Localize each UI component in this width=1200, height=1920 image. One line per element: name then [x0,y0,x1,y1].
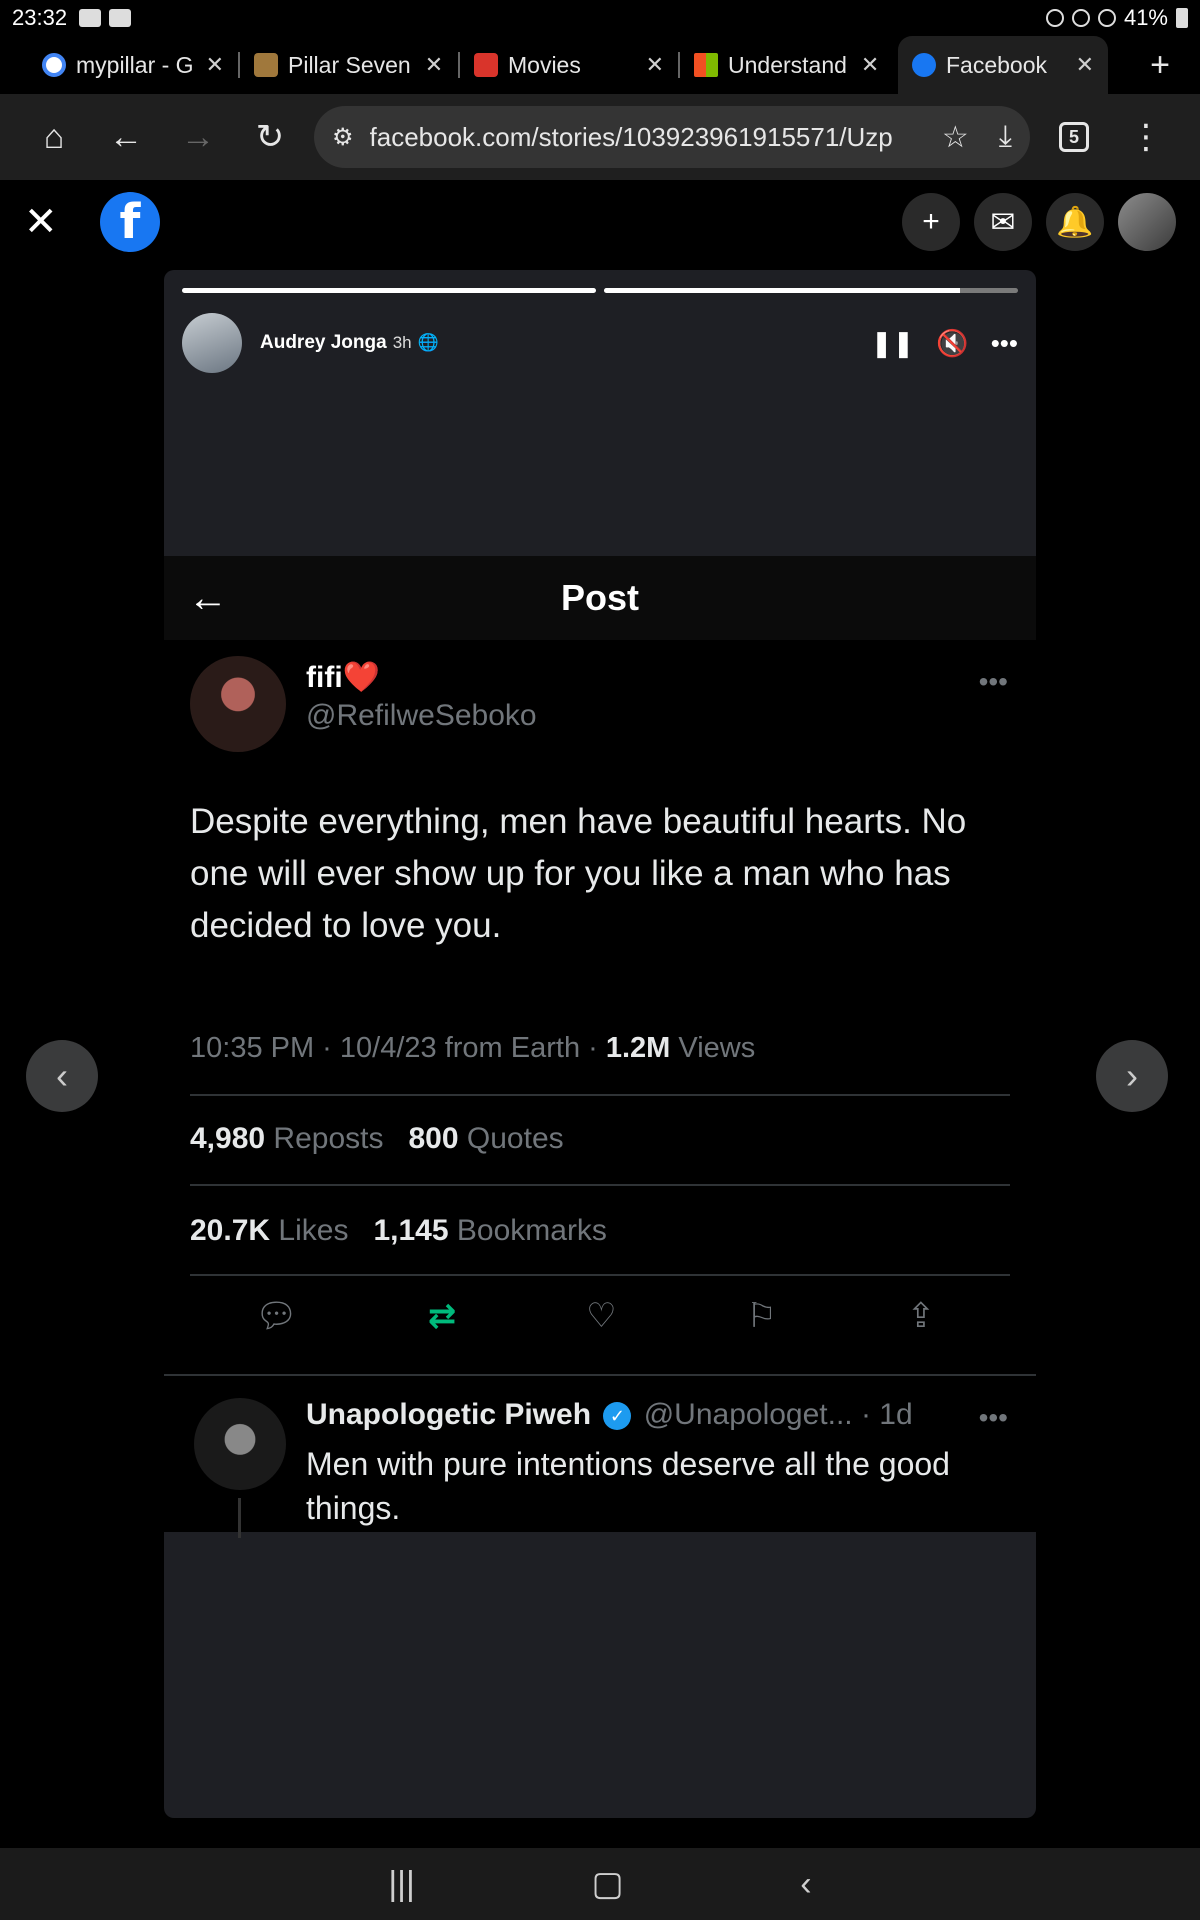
share-icon: ⇪ [906,1297,936,1335]
tweet-nav-title: Post [560,577,639,618]
story-author-avatar[interactable] [182,313,242,373]
url-text[interactable]: facebook.com/stories/103923961915571/Uzp [370,122,932,153]
gallery-notification-icon [79,9,102,27]
author-name: fifi❤️ [306,661,381,694]
author-avatar [190,656,286,752]
close-tab-icon[interactable]: ✕ [1076,52,1094,78]
tweet-text: Despite everything, men have beautiful h… [190,802,967,945]
alarm-icon [1045,9,1064,27]
close-story-icon[interactable]: ✕ [24,199,84,245]
progress-segment-2 [604,288,961,293]
battery-percent: 41% [1123,5,1168,30]
tweet-screenshot: ← Post fifi❤️ @RefilweSeboko ••• Despite… [164,556,1036,1538]
more-vert-icon[interactable]: ⋮ [1110,101,1182,173]
youtube-notification-icon [109,9,132,27]
star-icon[interactable]: ☆ [942,120,969,155]
tab-movies[interactable]: Movies ✕ [460,40,678,90]
story-progress [182,288,1018,293]
home-icon[interactable]: ⌂ [18,101,90,173]
microsoft-icon [694,53,718,77]
reply-handle: @Unapologet... · 1d [643,1398,913,1431]
pillar-seven-icon [254,53,278,77]
mute-icon [1071,9,1090,27]
messenger-icon[interactable]: ✉ [974,193,1032,251]
forward-arrow-icon[interactable]: → [162,101,234,173]
system-back-icon[interactable]: ‹ [800,1865,811,1904]
create-story-button[interactable]: + [902,193,960,251]
tab-understand[interactable]: Understand ✕ [680,40,898,90]
close-tab-icon[interactable]: ✕ [206,52,224,78]
previous-story-button[interactable]: ‹ [26,1040,98,1112]
divider [190,1094,1010,1096]
tweet-nav: ← Post [164,556,1036,640]
facebook-tab-icon [912,53,936,77]
profile-avatar[interactable] [1118,193,1176,251]
reply-avatar [194,1398,286,1490]
tab-pillar-seven[interactable]: Pillar Seven ✕ [240,40,458,90]
system-nav-bar: ||| ▢ ‹ [0,1848,1200,1920]
home-button-icon[interactable]: ▢ [592,1864,624,1904]
recents-icon[interactable]: ||| [388,1865,415,1904]
battery-icon [1176,8,1188,28]
like-stats: 20.7K Likes 1,145 Bookmarks [190,1214,607,1247]
next-story-button[interactable]: › [1096,1040,1168,1112]
verified-icon: ✓ [603,1402,632,1431]
tab-switcher-button[interactable]: 5 [1038,101,1110,173]
bookmark-icon: ⚐ [746,1297,777,1335]
retweet-icon: ⇄ [427,1297,457,1335]
fb-header: ✕ f + ✉ 🔔 [0,182,1200,262]
views-count: 1.2M [605,1032,671,1064]
site-settings-icon[interactable]: ⚙ [332,123,354,152]
tweet-meta: 10:35 PM · 10/4/23 from Earth · 1.2M Vie… [190,1032,756,1064]
story-card: Audrey Jonga 3h 🌐 ❚❚ 🔇 ••• ← Post fifi❤️… [164,270,1036,1818]
close-tab-icon[interactable]: ✕ [646,52,664,78]
tweet-author: fifi❤️ @RefilweSeboko [190,656,537,752]
new-tab-button[interactable]: + [1150,46,1170,85]
reply-author-name: Unapologetic Piweh [306,1398,592,1431]
tab-facebook[interactable]: Facebook ✕ [898,36,1108,94]
close-tab-icon[interactable]: ✕ [861,52,879,78]
divider [190,1274,1010,1276]
wifi-icon [1097,9,1116,27]
tab-mypillar[interactable]: mypillar - Go ✕ [28,40,238,90]
repost-stats: 4,980 Reposts 800 Quotes [190,1122,564,1155]
story-author-name[interactable]: Audrey Jonga [260,332,387,354]
download-icon[interactable]: ⤓ [999,120,1012,154]
pause-icon[interactable]: ❚❚ [871,328,915,359]
reload-icon[interactable]: ↻ [234,101,306,173]
mute-icon[interactable]: 🔇 [936,328,968,359]
google-icon [42,53,66,77]
reply-icon: 💬︎ [254,1297,299,1335]
more-icon: ••• [978,1402,1008,1433]
more-options-icon[interactable]: ••• [991,328,1018,359]
back-arrow-icon: ← [188,575,228,620]
back-arrow-icon[interactable]: ← [90,101,162,173]
facebook-logo[interactable]: f [100,192,160,252]
status-bar: 23:32 41% [0,0,1200,36]
more-icon: ••• [978,666,1008,697]
close-tab-icon[interactable]: ✕ [425,52,443,78]
globe-icon: 🌐 [417,333,439,352]
story-time: 3h [392,333,412,352]
story-header: Audrey Jonga 3h 🌐 ❚❚ 🔇 ••• [182,312,1018,374]
clock: 23:32 [12,5,68,30]
divider [164,1374,1036,1376]
tweet-actions: 💬︎ ⇄ ♡ ⚐ ⇪ [190,1296,1000,1336]
address-bar[interactable]: ⚙ facebook.com/stories/103923961915571/U… [314,106,1030,168]
author-handle: @RefilweSeboko [306,699,537,732]
progress-segment-1 [182,288,596,293]
browser-toolbar: ⌂ ← → ↻ ⚙ facebook.com/stories/103923961… [0,94,1200,180]
popcorn-icon [474,53,498,77]
bell-icon[interactable]: 🔔 [1046,193,1104,251]
like-icon: ♡ [586,1297,617,1335]
tab-strip: mypillar - Go ✕ Pillar Seven ✕ Movies ✕ … [0,36,1200,94]
reply-text: Men with pure intentions deserve all the… [306,1446,950,1526]
divider [190,1184,1010,1186]
